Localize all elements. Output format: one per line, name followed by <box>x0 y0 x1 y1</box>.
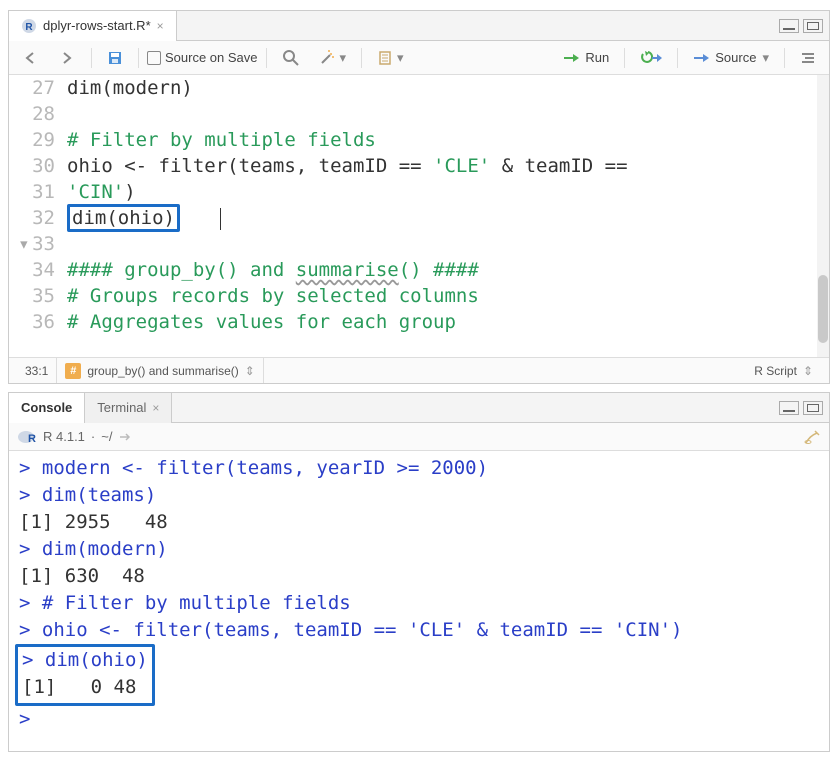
console-tabbar: Console Terminal × <box>9 393 829 423</box>
save-button[interactable] <box>100 46 130 70</box>
wand-button[interactable]: ▾ <box>311 46 354 70</box>
console-tab[interactable]: Console <box>9 393 85 423</box>
highlighted-console: > dim(ohio)[1] 0 48 <box>15 644 155 706</box>
maximize-console-icon[interactable] <box>803 401 823 415</box>
popout-icon[interactable] <box>118 431 132 443</box>
code-body[interactable]: dim(modern) # Filter by multiple fields … <box>67 75 829 357</box>
forward-button[interactable] <box>51 46 83 70</box>
language-mode[interactable]: R Script ⇕ <box>746 358 821 383</box>
console-tab-label: Console <box>21 400 72 415</box>
console-line: > # Filter by multiple fields <box>19 590 819 617</box>
working-dir: ~/ <box>101 429 112 444</box>
close-tab-icon[interactable]: × <box>157 19 164 33</box>
svg-text:R: R <box>25 22 33 33</box>
find-button[interactable] <box>275 46 307 70</box>
terminal-tab[interactable]: Terminal × <box>85 393 172 423</box>
console-line: [1] 630 48 <box>19 563 819 590</box>
scrollbar-thumb[interactable] <box>818 275 828 343</box>
rerun-button[interactable] <box>633 46 669 70</box>
section-nav[interactable]: # group_by() and summarise() ⇕ <box>57 358 263 383</box>
cursor-position: 33:1 <box>17 358 57 383</box>
console-line: > dim(modern) <box>19 536 819 563</box>
code-comment: # Filter by multiple fields <box>67 129 376 151</box>
minimize-console-icon[interactable] <box>779 401 799 415</box>
editor-toolbar: Source on Save ▾ ▾ Run Source ▾ <box>9 41 829 75</box>
minimize-pane-icon[interactable] <box>779 19 799 33</box>
editor-statusbar: 33:1 # group_by() and summarise() ⇕ R Sc… <box>9 357 829 383</box>
back-button[interactable] <box>15 46 47 70</box>
source-on-save-label: Source on Save <box>165 50 258 65</box>
hash-icon: # <box>65 363 81 379</box>
code-line: dim(modern) <box>67 77 193 99</box>
line-gutter: 27 28 29 30 31 32 ▾33 34 35 36 <box>9 75 67 357</box>
source-on-save-checkbox[interactable] <box>147 51 161 65</box>
r-script-icon: R <box>21 18 37 34</box>
console-output[interactable]: > modern <- filter(teams, yearID >= 2000… <box>9 451 829 751</box>
console-line: > dim(ohio) <box>22 647 148 674</box>
console-subbar: R R 4.1.1 · ~/ <box>9 423 829 451</box>
outline-button[interactable] <box>793 46 823 70</box>
code-editor[interactable]: 27 28 29 30 31 32 ▾33 34 35 36 dim(moder… <box>9 75 829 357</box>
highlighted-code: dim(ohio) <box>67 204 180 232</box>
editor-tabbar: R dplyr-rows-start.R* × <box>9 11 829 41</box>
editor-scrollbar[interactable] <box>817 75 829 357</box>
maximize-pane-icon[interactable] <box>803 19 823 33</box>
r-logo-icon: R <box>17 429 37 445</box>
console-line: [1] 2955 48 <box>19 509 819 536</box>
r-version: R 4.1.1 <box>43 429 85 444</box>
text-cursor-icon <box>220 208 221 230</box>
source-button[interactable]: Source ▾ <box>686 46 776 70</box>
editor-tab[interactable]: R dplyr-rows-start.R* × <box>9 11 177 41</box>
console-line: > <box>19 706 819 733</box>
svg-text:R: R <box>28 433 36 445</box>
run-button[interactable]: Run <box>556 46 616 70</box>
tab-filename: dplyr-rows-start.R* <box>43 18 151 33</box>
console-line: > ohio <- filter(teams, teamID == 'CLE' … <box>19 617 819 644</box>
console-line: > modern <- filter(teams, yearID >= 2000… <box>19 455 819 482</box>
run-button-label: Run <box>585 50 609 65</box>
console-line: [1] 0 48 <box>22 674 148 701</box>
console-line: > dim(teams) <box>19 482 819 509</box>
clear-console-icon[interactable] <box>803 429 821 445</box>
close-terminal-icon[interactable]: × <box>152 401 159 415</box>
notebook-button[interactable]: ▾ <box>370 46 411 70</box>
source-button-label: Source <box>715 50 756 65</box>
terminal-tab-label: Terminal <box>97 400 146 415</box>
